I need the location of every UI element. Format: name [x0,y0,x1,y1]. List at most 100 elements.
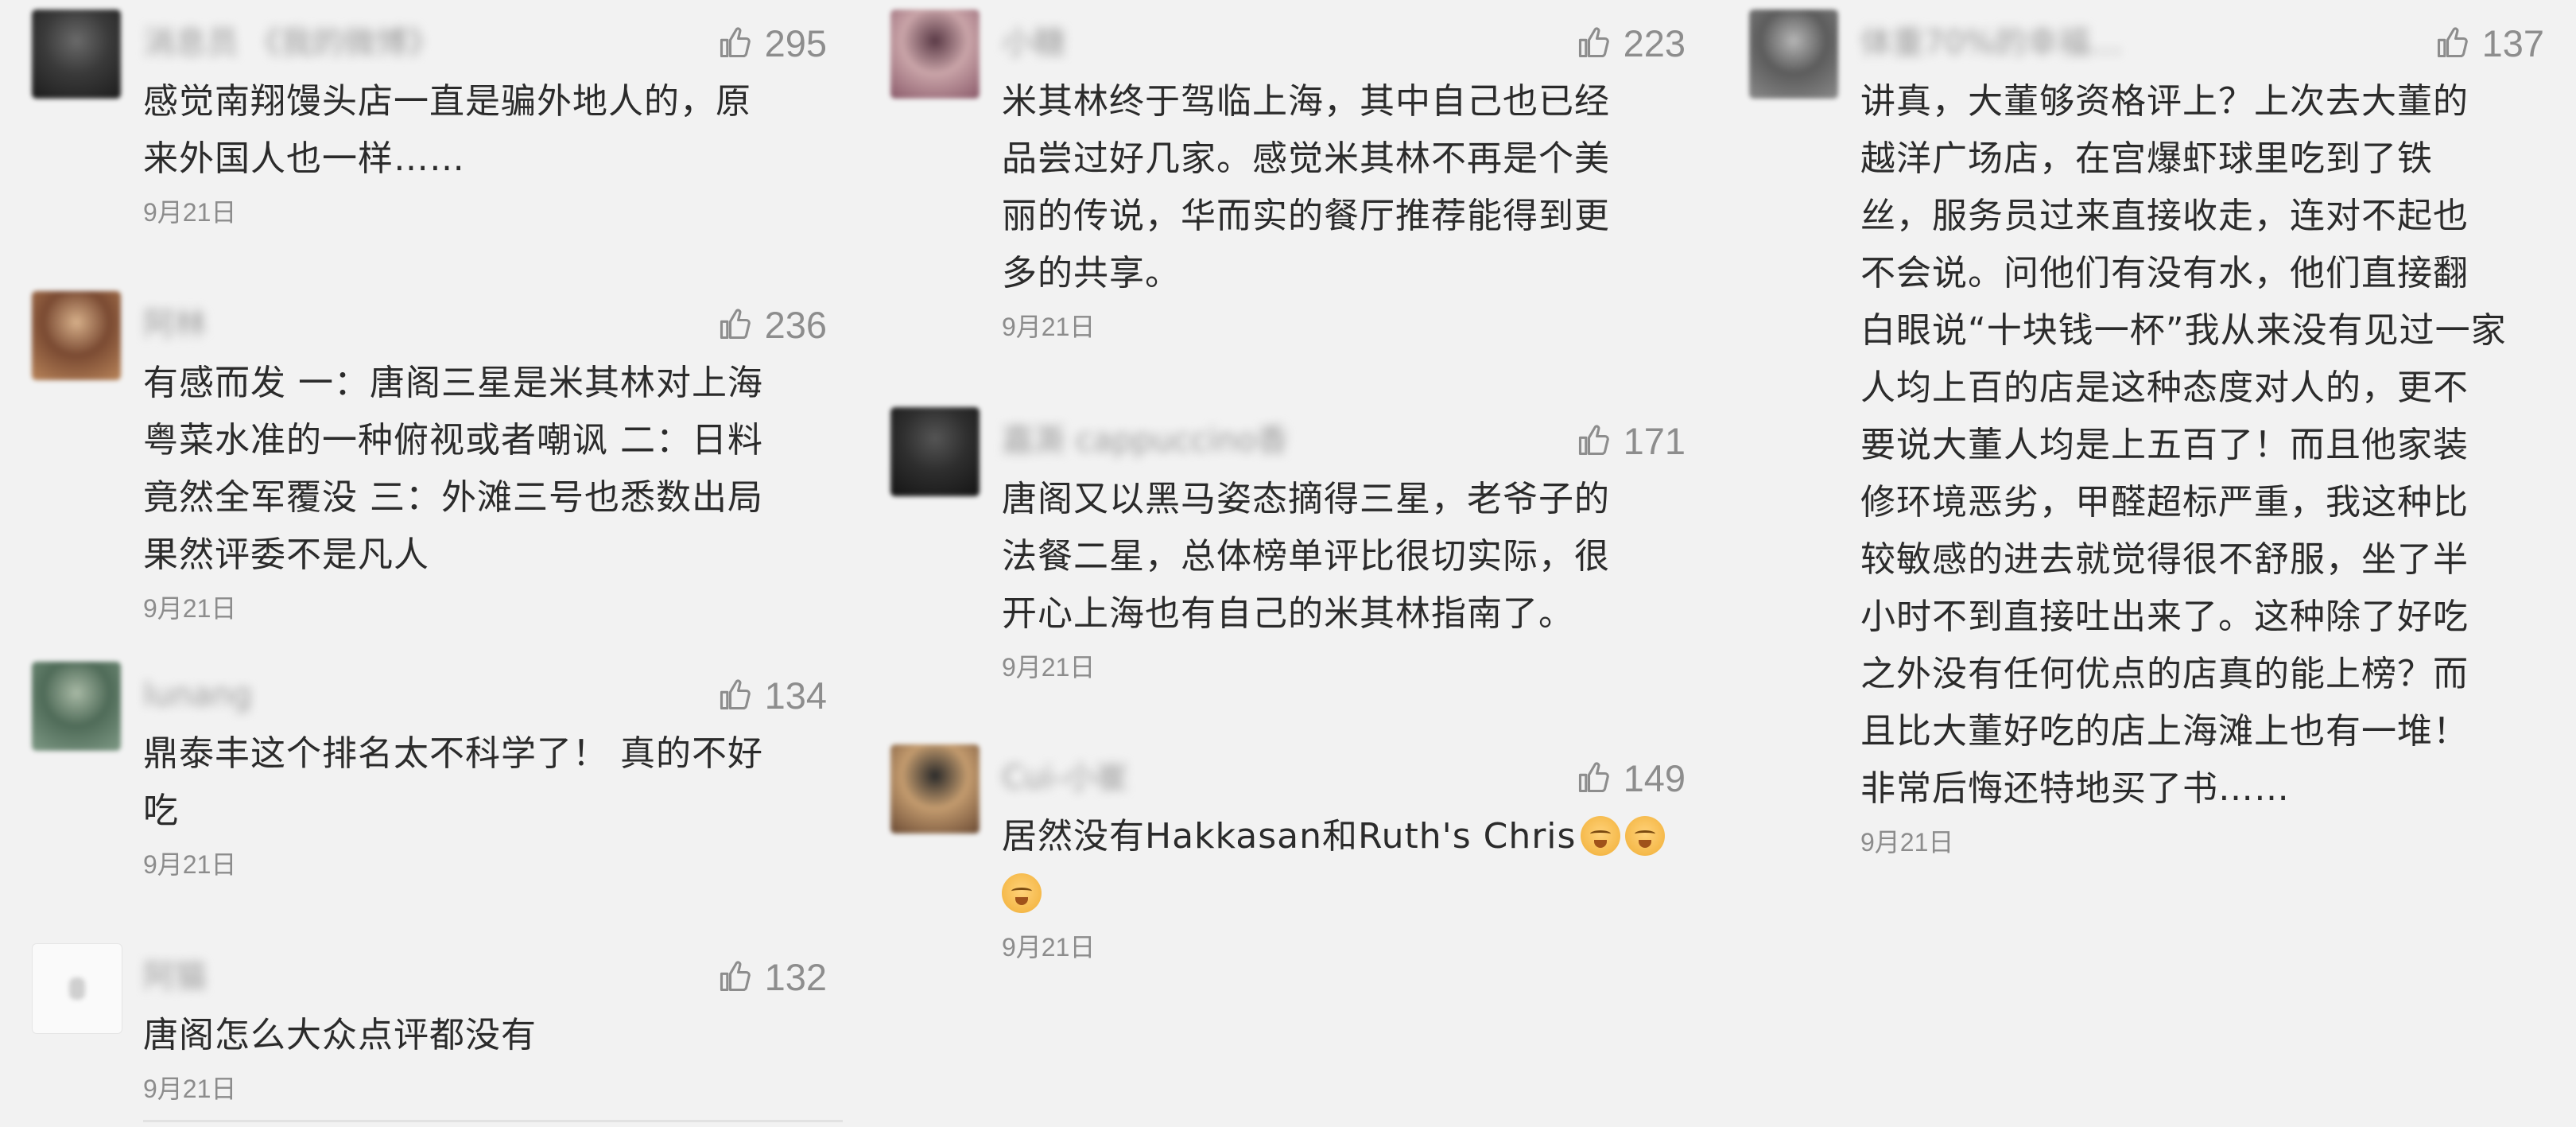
comment-text-line: 感觉南翔馒头店一直是骗外地人的，原 [143,73,843,130]
comment-text-line: 不会说。问他们有没有水，他们直接翻 [1860,245,2560,302]
comment-date: 9月21日 [1002,653,1096,682]
comment-column-3: 体重70%的幸福… 137 讲真，大董够资格评上？上次去大董的 越洋广场店，在宫爆虾球… [1749,0,2544,1127]
thumbs-up-icon [720,309,751,340]
like-button[interactable]: 134 [717,673,827,717]
comment-date: 9月21日 [1860,828,1954,857]
comment-date: 9月21日 [143,198,237,227]
comment-text-segment: 人均上百的店是这种态度对人的，更不 [1860,367,2469,408]
comment-text-segment: 非常后悔还特地买了书…… [1860,768,2290,809]
comment-column-2: 小糖 223 米其林终于驾临上海，其中自己也已经 品尝过好几家。感觉米其林不再是个美丽… [890,0,1686,1127]
like-count: 132 [764,955,827,998]
comment-text-line: 人均上百的店是这种态度对人的，更不 [1860,359,2560,417]
comment-text-segment: 吃 [143,791,179,831]
comment-text-line: 米其林终于驾临上海，其中自己也已经 [1002,73,1701,130]
comment-text-segment: 米其林终于驾临上海，其中自己也已经 [1002,81,1610,122]
comment-text-segment: 品尝过好几家。感觉米其林不再是个美 [1002,138,1610,179]
username[interactable]: lunang [143,679,252,711]
comment-date: 9月21日 [143,1075,237,1103]
comment-text-segment: 多的共享。 [1002,253,1181,293]
comment-text: 鼎泰丰这个排名太不科学了！ 真的不好吃 [143,725,843,840]
comment-text-line: 丝，服务员过来直接收走，连对不起也 [1860,188,2560,245]
grin-squint-emoji [1002,873,1042,913]
comment-text-segment: 越洋广场店，在宫爆虾球里吃到了铁 [1860,138,2433,179]
comment-text: 唐阁怎么大众点评都没有 [143,1007,843,1064]
comment-text-segment: 之外没有任何优点的店真的能上榜？而 [1860,654,2469,694]
comment-date: 9月21日 [143,594,237,623]
avatar[interactable] [32,943,122,1034]
username[interactable]: 嘉澌 cappuccino香 [1002,425,1288,457]
avatar[interactable] [890,744,980,834]
comment-date: 9月21日 [143,850,237,879]
comment-date: 9月21日 [1002,933,1096,962]
comment-text-line: 来外国人也一样…… [143,130,843,188]
comment-text-line: 居然没有Hakkasan和Ruth's Chris [1002,808,1701,865]
like-button[interactable]: 236 [717,302,827,347]
thumbs-up-icon [1578,27,1609,58]
avatar[interactable] [1749,10,1838,99]
thumbs-up-icon [720,679,751,710]
comment-text-segment: 法餐二星，总体榜单评比很切实际，很 [1002,536,1610,577]
divider [143,1120,843,1122]
comment-text-line: 多的共享。 [1002,245,1701,302]
comment-text-line: 较敏感的进去就觉得很不舒服，坐了半 [1860,531,2560,589]
comment-text-line: 唐阁怎么大众点评都没有 [143,1007,843,1064]
comment-column-1: 消息员 《我的微博》 295 感觉南翔馒头店一直是骗外地人的，原来外国人也一样…… 9… [32,0,843,1127]
comment-text-segment: 讲真，大董够资格评上？上次去大董的 [1860,81,2469,122]
like-count: 137 [2481,21,2544,64]
comment-text-line: 开心上海也有自己的米其林指南了。 [1002,585,1701,643]
comment-text-segment: 居然没有Hakkasan和Ruth's Chris [1002,816,1577,857]
comment-text-line: 法餐二星，总体榜单评比很切实际，很 [1002,528,1701,585]
comment-text-line: 修环境恶劣，甲醛超标严重，我这种比 [1860,474,2560,531]
comment-text-line: 有感而发 一：唐阁三星是米其林对上海 [143,355,843,412]
avatar[interactable] [32,10,121,99]
comment-text-line: 且比大董好吃的店上海滩上也有一堆！ [1860,703,2560,760]
username[interactable]: 阿林 [143,309,207,340]
avatar[interactable] [32,662,121,751]
like-button[interactable]: 171 [1576,418,1686,463]
comment-text-segment: 唐阁怎么大众点评都没有 [143,1015,537,1055]
like-count: 295 [764,21,827,64]
like-button[interactable]: 149 [1576,756,1686,800]
comment-text-line: 鼎泰丰这个排名太不科学了！ 真的不好 [143,725,843,783]
comment-text-line: 非常后悔还特地买了书…… [1860,760,2560,818]
avatar[interactable] [32,291,121,380]
comment-text: 居然没有Hakkasan和Ruth's Chris [1002,808,1701,923]
comment-text-segment: 丝，服务员过来直接收走，连对不起也 [1860,196,2469,236]
comment-text-segment: 且比大董好吃的店上海滩上也有一堆！ [1860,711,2469,752]
like-button[interactable]: 132 [717,954,827,999]
like-button[interactable]: 295 [717,21,827,65]
comment-text-segment: 来外国人也一样…… [143,138,465,179]
grin-squint-emoji [1581,816,1621,856]
comment-text-segment: 唐阁又以黑马姿态摘得三星，老爷子的 [1002,479,1610,519]
thumbs-up-icon [1578,425,1609,456]
comment-text-line: 吃 [143,783,843,840]
comment-text-line: 丽的传说，华而实的餐厅推荐能得到更 [1002,188,1701,245]
like-count: 223 [1623,21,1686,64]
comment-text: 米其林终于驾临上海，其中自己也已经 品尝过好几家。感觉米其林不再是个美丽的传说，华… [1002,73,1701,302]
comment-text-segment: 开心上海也有自己的米其林指南了。 [1002,593,1574,634]
username[interactable]: 小糖 [1002,27,1065,59]
comment-emoji-line [1002,865,1701,923]
comment-text-segment: 果然评委不是凡人 [143,534,429,575]
comment-text-segment: 有感而发 一：唐阁三星是米其林对上海 [143,363,763,403]
username[interactable]: 体重70%的幸福… [1860,27,2122,59]
comment-text-line: 白眼说“十块钱一杯”我从来没有见过一家 [1860,302,2560,359]
thumbs-up-icon [720,27,751,58]
like-button[interactable]: 223 [1576,21,1686,65]
username[interactable]: Cui-小崔 [1002,762,1128,794]
comment-text-line: 讲真，大董够资格评上？上次去大董的 [1860,73,2560,130]
comment-text-line: 品尝过好几家。感觉米其林不再是个美 [1002,130,1701,188]
like-count: 236 [764,303,827,346]
avatar[interactable] [890,407,980,496]
avatar[interactable] [890,10,980,99]
username[interactable]: 消息员 《我的微博》 [143,27,440,59]
comment-text-segment: 较敏感的进去就觉得很不舒服，坐了半 [1860,539,2469,580]
comment-text-segment: 鼎泰丰这个排名太不科学了！ 真的不好 [143,733,763,774]
comment-text-segment: 小时不到直接吐出来了。这种除了好吃 [1860,597,2469,637]
like-button[interactable]: 137 [2434,21,2544,65]
username[interactable]: 阿猫 [143,961,207,993]
comment-text-segment: 不会说。问他们有没有水，他们直接翻 [1860,253,2469,293]
comment-text-segment: 要说大董人均是上五百了！而且他家装 [1860,425,2469,465]
thumbs-up-icon [1578,762,1609,793]
comment-text-line: 越洋广场店，在宫爆虾球里吃到了铁 [1860,130,2560,188]
